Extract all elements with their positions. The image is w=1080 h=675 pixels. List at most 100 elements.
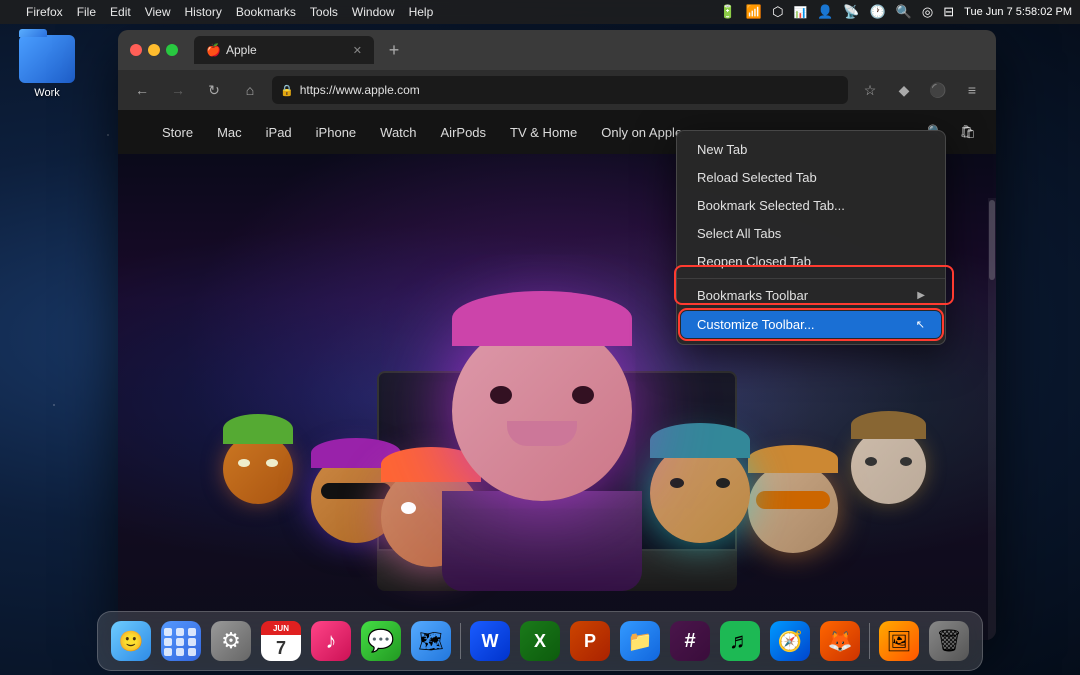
tab-close-button[interactable]: ✕ <box>353 44 362 57</box>
memoji-body <box>442 491 642 591</box>
dock-photos[interactable]: 🖼 <box>876 618 922 664</box>
nav-watch[interactable]: Watch <box>380 125 416 140</box>
dock-spotify[interactable]: ♬ <box>717 618 763 664</box>
siri-icon[interactable]: ◎ <box>922 4 933 20</box>
dock-excel[interactable]: X <box>517 618 563 664</box>
menubar-bookmarks[interactable]: Bookmarks <box>236 5 296 19</box>
excel-icon: X <box>520 621 560 661</box>
menubar-tools[interactable]: Tools <box>310 5 338 19</box>
menu-item-new-tab[interactable]: New Tab <box>681 136 941 163</box>
browser-tab-apple[interactable]: 🍎 Apple ✕ <box>194 36 374 64</box>
back-button[interactable]: ← <box>128 76 156 104</box>
menubar-window[interactable]: Window <box>352 5 395 19</box>
dock-finder[interactable]: 🙂 <box>108 618 154 664</box>
memoji-green <box>223 434 293 504</box>
dock-word[interactable]: W <box>467 618 513 664</box>
memoji-far-right <box>851 429 926 504</box>
menubar: Firefox File Edit View History Bookmarks… <box>0 0 1080 24</box>
menubar-help[interactable]: Help <box>409 5 434 19</box>
datetime[interactable]: Tue Jun 7 5:58:02 PM <box>964 6 1072 18</box>
nav-only-apple[interactable]: Only on Apple <box>601 125 682 140</box>
trash-icon: 🗑 <box>929 621 969 661</box>
airdrop-icon[interactable]: 📡 <box>843 4 859 20</box>
minimize-button[interactable] <box>148 44 160 56</box>
dock-maps[interactable]: 🗺 <box>408 618 454 664</box>
bluetooth-icon[interactable]: ⬡ <box>772 4 783 20</box>
menubar-history[interactable]: History <box>185 5 222 19</box>
finder-symbol: 🙂 <box>119 629 144 654</box>
url-bar[interactable]: 🔒 https://www.apple.com <box>272 76 848 104</box>
dock-separator-1 <box>460 623 461 659</box>
scrollbar[interactable] <box>988 198 996 640</box>
menu-item-reopen-closed-tab-label: Reopen Closed Tab <box>697 254 811 269</box>
nav-store[interactable]: Store <box>162 125 193 140</box>
dock-ppt[interactable]: P <box>567 618 613 664</box>
nav-tv-home[interactable]: TV & Home <box>510 125 577 140</box>
dock-music[interactable]: ♪ <box>308 618 354 664</box>
work-folder-icon <box>19 35 75 83</box>
hamburger-menu-button[interactable]: ≡ <box>958 76 986 104</box>
dock-slack[interactable]: # <box>667 618 713 664</box>
notification-icon[interactable]: ⊟ <box>943 4 954 20</box>
menubar-edit[interactable]: Edit <box>110 5 131 19</box>
menubar-right: 🔋 📶 ⬡ 📊 👤 📡 🕐 🔍 ◎ ⊟ Tue Jun 7 5:58:02 PM <box>720 4 1072 20</box>
work-folder[interactable]: Work <box>12 35 82 99</box>
music-icon: ♪ <box>311 621 351 661</box>
memoji-main <box>452 321 642 591</box>
menu-item-customize-toolbar[interactable]: Customize Toolbar... ↖ <box>681 311 941 338</box>
nav-mac[interactable]: Mac <box>217 125 242 140</box>
menu-item-select-all-tabs[interactable]: Select All Tabs <box>681 220 941 247</box>
launchpad-dot <box>164 638 172 646</box>
menu-item-bookmarks-toolbar[interactable]: Bookmarks Toolbar ▶ <box>681 282 941 309</box>
pocket-button[interactable]: ◆ <box>890 76 918 104</box>
menubar-view[interactable]: View <box>145 5 171 19</box>
dock-calendar[interactable]: JUN 7 <box>258 618 304 664</box>
scrollbar-thumb[interactable] <box>989 200 995 280</box>
home-button[interactable]: ⌂ <box>236 76 264 104</box>
menu-item-bookmark-tab[interactable]: Bookmark Selected Tab... <box>681 192 941 219</box>
dock-safari[interactable]: 🧭 <box>767 618 813 664</box>
forward-button[interactable]: → <box>164 76 192 104</box>
cursor-indicator: ↖ <box>916 318 925 331</box>
menu-item-bookmarks-toolbar-label: Bookmarks Toolbar <box>697 288 808 303</box>
maximize-button[interactable] <box>166 44 178 56</box>
dock-files[interactable]: 📁 <box>617 618 663 664</box>
menubar-left: Firefox File Edit View History Bookmarks… <box>8 5 433 19</box>
menu-item-reopen-closed-tab[interactable]: Reopen Closed Tab <box>681 248 941 275</box>
menu-item-reload-tab[interactable]: Reload Selected Tab <box>681 164 941 191</box>
bookmark-star-button[interactable]: ☆ <box>856 76 884 104</box>
new-tab-button[interactable]: + <box>380 36 408 64</box>
nav-bag-icon[interactable]: 🛍 <box>959 124 976 140</box>
nav-iphone[interactable]: iPhone <box>316 125 356 140</box>
dock: 🙂 ⚙ JUN 7 <box>97 611 983 671</box>
spotlight-icon[interactable]: 🔍 <box>896 4 912 20</box>
profile-button[interactable]: ⚫ <box>924 76 952 104</box>
menu-item-bookmark-tab-label: Bookmark Selected Tab... <box>697 198 845 213</box>
photos-icon: 🖼 <box>879 621 919 661</box>
calendar-icon: JUN 7 <box>261 621 301 661</box>
battery-percent-icon[interactable]: 📊 <box>793 6 807 19</box>
menubar-app-name[interactable]: Firefox <box>26 5 63 19</box>
calendar-month: JUN <box>261 621 301 635</box>
slack-icon: # <box>670 621 710 661</box>
launchpad-dot <box>176 628 184 636</box>
dock-launchpad[interactable] <box>158 618 204 664</box>
dock-firefox[interactable]: 🦊 <box>817 618 863 664</box>
wifi-icon[interactable]: 📶 <box>746 4 762 20</box>
ppt-icon: P <box>570 621 610 661</box>
close-button[interactable] <box>130 44 142 56</box>
dock-system-prefs[interactable]: ⚙ <box>208 618 254 664</box>
nav-airpods[interactable]: AirPods <box>441 125 487 140</box>
launchpad-dot <box>176 648 184 656</box>
toolbar: ← → ↻ ⌂ 🔒 https://www.apple.com ☆ ◆ ⚫ ≡ <box>118 70 996 110</box>
dock-messages[interactable]: 💬 <box>358 618 404 664</box>
reload-button[interactable]: ↻ <box>200 76 228 104</box>
menubar-file[interactable]: File <box>77 5 96 19</box>
battery-icon[interactable]: 🔋 <box>720 4 736 20</box>
nav-ipad[interactable]: iPad <box>266 125 292 140</box>
dock-trash[interactable]: 🗑 <box>926 618 972 664</box>
time-machine-icon[interactable]: 🕐 <box>870 4 886 20</box>
traffic-lights <box>130 44 178 56</box>
tab-title: Apple <box>226 43 347 57</box>
user-icon[interactable]: 👤 <box>817 4 833 20</box>
